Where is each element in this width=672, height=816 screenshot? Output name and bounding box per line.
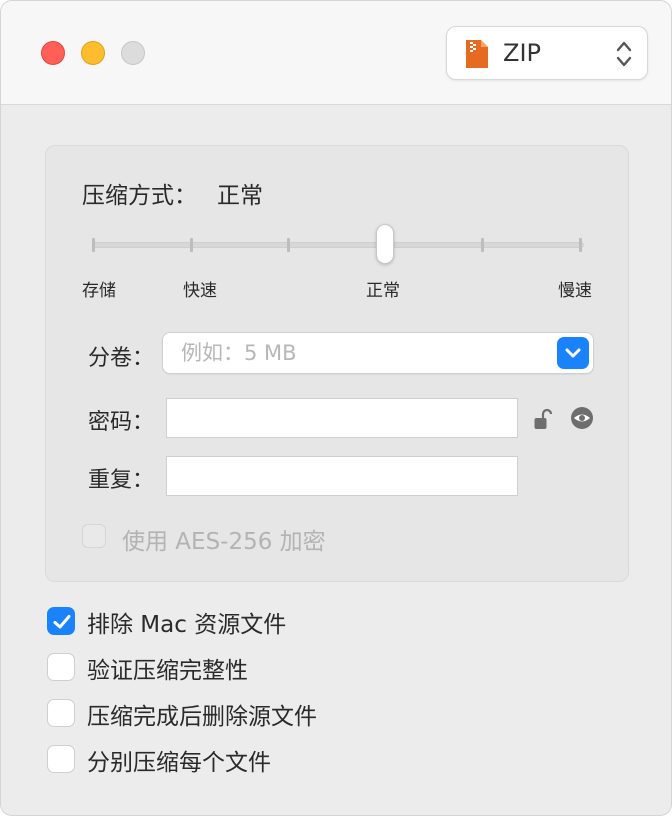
compression-settings-window: ZIP 压缩方式： 正常 存储 快速 正常 慢速 分卷： 例如：5 MB 密码：…	[0, 0, 672, 816]
level-label-store: 存储	[82, 281, 116, 301]
repeat-password-field[interactable]	[166, 456, 518, 496]
verify-integrity-checkbox[interactable]	[47, 653, 75, 681]
split-volume-combobox[interactable]	[162, 332, 594, 374]
password-field[interactable]	[166, 398, 518, 438]
level-label-slow: 慢速	[558, 281, 592, 301]
compress-separately-label: 分别压缩每个文件	[87, 750, 271, 776]
encryption-settings-panel: 压缩方式： 正常 存储 快速 正常 慢速 分卷： 密码：	[45, 145, 629, 582]
password-label: 密码：	[88, 410, 155, 435]
verify-integrity-label: 验证压缩完整性	[87, 658, 248, 684]
chevron-down-icon	[565, 348, 581, 358]
level-label-normal: 正常	[366, 281, 400, 301]
archive-format-select[interactable]: ZIP	[446, 26, 648, 80]
repeat-label: 重复：	[88, 468, 155, 493]
compress-separately-checkbox[interactable]	[47, 745, 75, 773]
slider-track	[92, 242, 584, 248]
slider-tick	[190, 238, 193, 252]
zoom-button[interactable]	[121, 41, 145, 65]
compression-method-row: 压缩方式： 正常	[82, 176, 263, 210]
zip-file-icon	[466, 40, 488, 68]
compression-method-label: 压缩方式：	[82, 183, 197, 209]
titlebar: ZIP	[1, 1, 671, 105]
split-volume-dropdown-button[interactable]	[557, 337, 589, 369]
split-label: 分卷：	[88, 346, 155, 371]
chevron-up-down-icon	[616, 41, 632, 67]
compression-method-value: 正常	[217, 183, 263, 209]
exclude-mac-resources-label: 排除 Mac 资源文件	[87, 612, 287, 638]
exclude-mac-resources-checkbox[interactable]	[47, 607, 75, 635]
close-button[interactable]	[41, 41, 65, 65]
slider-tick	[287, 238, 290, 252]
unlocked-lock-icon[interactable]	[534, 408, 552, 430]
show-password-eye-icon[interactable]	[570, 406, 594, 430]
slider-tick	[92, 238, 95, 252]
delete-source-label: 压缩完成后删除源文件	[87, 704, 317, 730]
checkmark-icon	[53, 615, 71, 629]
delete-source-checkbox[interactable]	[47, 699, 75, 727]
split-volume-input[interactable]	[181, 339, 541, 367]
aes-encryption-label: 使用 AES-256 加密	[122, 529, 326, 555]
aes-encryption-checkbox	[82, 524, 106, 548]
level-label-fast: 快速	[183, 281, 217, 301]
slider-thumb[interactable]	[376, 224, 394, 264]
slider-tick	[481, 238, 484, 252]
compression-level-slider[interactable]	[92, 224, 584, 264]
minimize-button[interactable]	[81, 41, 105, 65]
slider-tick	[579, 238, 582, 252]
archive-format-label: ZIP	[503, 39, 541, 67]
